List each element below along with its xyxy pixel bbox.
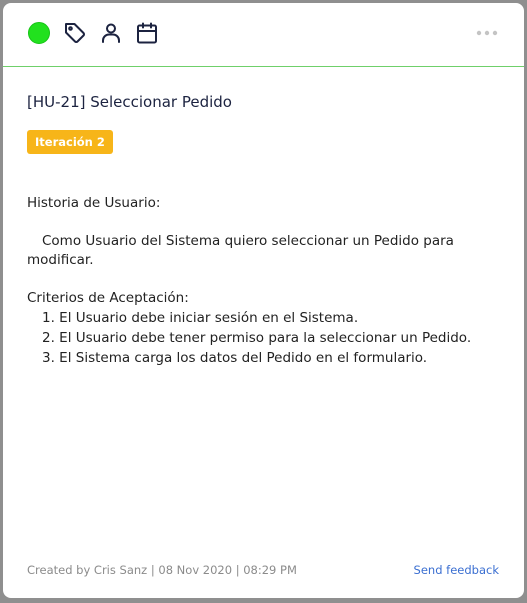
story-description: Historia de Usuario: Como Usuario del Si… <box>27 194 487 368</box>
section-heading-acceptance-criteria: Criterios de Aceptación: <box>27 290 189 306</box>
criteria-item: 2. El Usuario debe tener permiso para la… <box>42 330 472 346</box>
tag-icon[interactable] <box>63 21 87 45</box>
story-title[interactable]: [HU-21] Seleccionar Pedido <box>27 93 232 111</box>
section-heading-user-story: Historia de Usuario: <box>27 195 161 211</box>
story-card: [HU-21] Seleccionar Pedido Iteración 2 H… <box>3 3 524 598</box>
iteration-badge[interactable]: Iteración 2 <box>27 130 113 154</box>
calendar-icon[interactable] <box>135 21 159 45</box>
status-indicator[interactable] <box>28 22 50 44</box>
send-feedback-link[interactable]: Send feedback <box>414 563 499 577</box>
user-icon[interactable] <box>99 21 123 45</box>
acceptance-criteria-list: 1. El Usuario debe iniciar sesión en el … <box>27 308 487 368</box>
user-story-text: Como Usuario del Sistema quiero seleccio… <box>27 233 454 268</box>
created-by-meta: Created by Cris Sanz | 08 Nov 2020 | 08:… <box>27 563 297 577</box>
criteria-item: 3. El Sistema carga los datos del Pedido… <box>42 350 428 366</box>
card-toolbar <box>3 3 524 67</box>
more-options-button[interactable] <box>473 24 501 42</box>
criteria-item: 1. El Usuario debe iniciar sesión en el … <box>42 310 359 326</box>
more-horizontal-icon <box>476 30 498 36</box>
